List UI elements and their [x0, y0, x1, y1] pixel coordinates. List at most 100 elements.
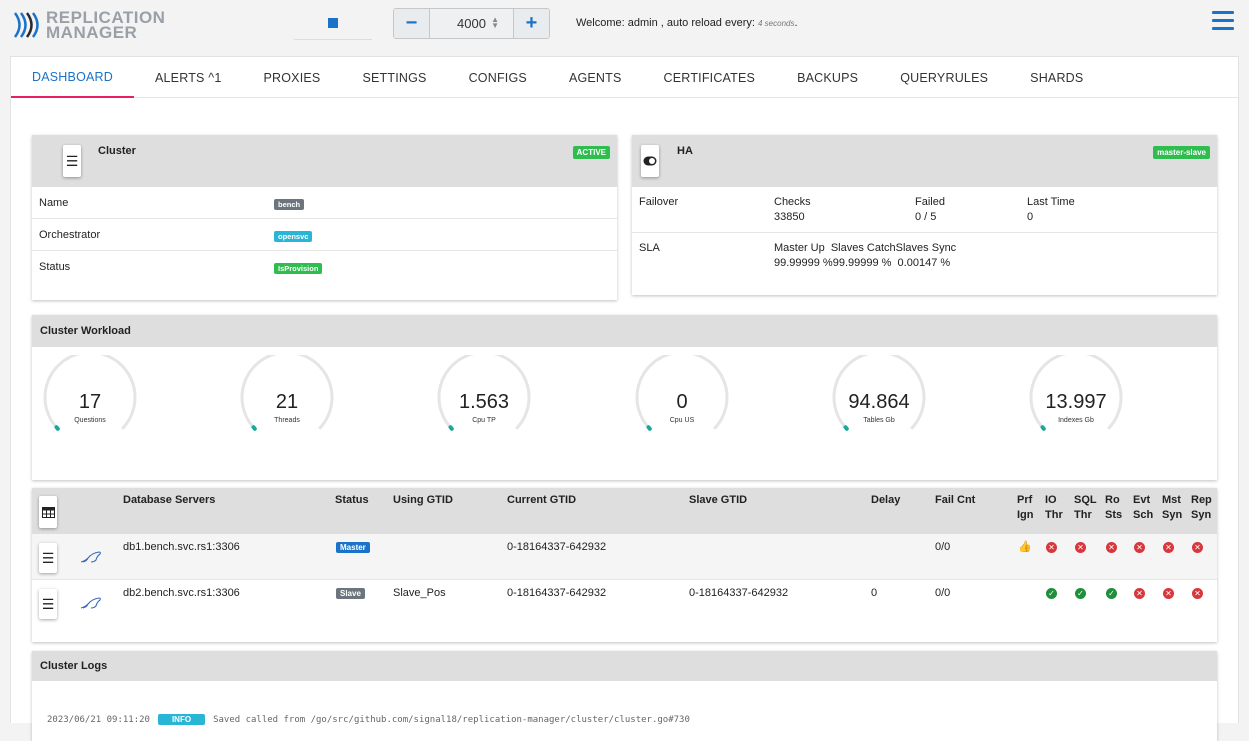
- col-sql-thr: SQL Thr: [1074, 494, 1097, 521]
- gauge-label: Cpu US: [669, 417, 695, 424]
- col-status: Status: [335, 494, 369, 506]
- check-icon: ✓: [1046, 588, 1057, 599]
- col-fail-cnt: Fail Cnt: [935, 494, 976, 506]
- workload-card: Cluster Workload 17 Questions 21 Threads 1.5…: [32, 315, 1217, 480]
- cluster-card: ☰ Cluster ACTIVE Name bench Orchestrator…: [32, 135, 617, 300]
- stop-button[interactable]: [294, 8, 372, 40]
- col-current-gtid: Current GTID: [507, 494, 577, 506]
- gauge-threads: 21 Threads: [237, 350, 337, 445]
- cluster-row-status: Status IsProvision: [32, 251, 617, 283]
- col-rep-syn: Rep Syn: [1191, 494, 1212, 521]
- ha-title: HA: [677, 145, 693, 157]
- tab-queryrules[interactable]: QUERYRULES: [879, 57, 1009, 98]
- cluster-row-orchestrator: Orchestrator opensvc: [32, 219, 617, 251]
- col-database-servers: Database Servers: [123, 494, 216, 506]
- gauge-indexes-gb: 13.997 Indexes Gb: [1026, 350, 1126, 445]
- gauge-value: 0: [676, 391, 688, 413]
- main-tabs: DASHBOARD ALERTS ^1 PROXIES SETTINGS CON…: [10, 56, 1239, 98]
- servers-header: Database Servers Status Using GTID Curre…: [32, 488, 1217, 534]
- col-prf-ign: Prf Ign: [1017, 494, 1034, 521]
- error-icon: ✕: [1163, 588, 1174, 599]
- gauge-questions: 17 Questions: [40, 350, 140, 445]
- col-io-thr: IO Thr: [1045, 494, 1063, 521]
- gauge-cpu-tp: 1.563 Cpu TP: [434, 350, 534, 445]
- dashboard-content: ☰ Cluster ACTIVE Name bench Orchestrator…: [10, 98, 1239, 741]
- decrement-button[interactable]: −: [394, 9, 429, 38]
- stop-icon: [328, 18, 338, 28]
- tab-backups[interactable]: BACKUPS: [776, 57, 879, 98]
- tab-certificates[interactable]: CERTIFICATES: [643, 57, 777, 98]
- error-icon: ✕: [1046, 542, 1057, 553]
- mariadb-seal-icon: [80, 551, 101, 563]
- col-delay: Delay: [871, 494, 901, 506]
- gauge-value: 1.563: [458, 391, 510, 413]
- reload-interval-input[interactable]: 4000 ▲ ▼: [429, 9, 514, 38]
- error-icon: ✕: [1192, 542, 1203, 553]
- logs-title: Cluster Logs: [40, 660, 108, 672]
- ha-row-sla: SLA Master Up Slaves CatchSlaves Sync 99…: [639, 242, 957, 269]
- server-menu-button[interactable]: ☰: [39, 543, 57, 573]
- error-icon: ✕: [1106, 542, 1117, 553]
- server-host[interactable]: db2.bench.svc.rs1:3306: [123, 587, 240, 599]
- workload-title: Cluster Workload: [40, 325, 131, 337]
- cluster-row-name: Name bench: [32, 187, 617, 219]
- logs-card: Cluster Logs: [32, 651, 1217, 741]
- increment-button[interactable]: +: [514, 9, 549, 38]
- server-current-gtid: 0-18164337-642932: [507, 541, 607, 553]
- tab-shards[interactable]: SHARDS: [1009, 57, 1104, 98]
- ha-mode-badge: master-slave: [1153, 146, 1210, 159]
- check-icon: ✓: [1075, 588, 1086, 599]
- server-status-tag: Slave: [336, 588, 365, 599]
- cluster-menu-button[interactable]: ☰: [63, 145, 81, 177]
- error-icon: ✕: [1134, 542, 1145, 553]
- col-slave-gtid: Slave GTID: [689, 494, 748, 506]
- gauge-label: Cpu TP: [472, 417, 496, 424]
- spinner-arrows-icon[interactable]: ▲ ▼: [491, 16, 499, 30]
- gauge-label: Questions: [74, 417, 106, 424]
- logo-icon: [13, 12, 39, 38]
- gauge-label: Threads: [274, 417, 300, 424]
- tab-agents[interactable]: AGENTS: [548, 57, 643, 98]
- server-row: ☰ db2.bench.svc.rs1:3306 Slave Slave_Pos 0-1…: [32, 580, 1217, 626]
- tab-configs[interactable]: CONFIGS: [448, 57, 548, 98]
- gauge-value: 21: [275, 391, 299, 413]
- ha-card: HA master-slave Failover Checks 33850 Fa…: [632, 135, 1217, 295]
- error-icon: ✕: [1134, 588, 1145, 599]
- server-slave-gtid: 0-18164337-642932: [689, 587, 789, 599]
- error-icon: ✕: [1192, 588, 1203, 599]
- reload-stepper: − 4000 ▲ ▼ +: [393, 8, 550, 39]
- log-message: Saved called from /go/src/github.com/sig…: [213, 715, 690, 725]
- server-menu-button[interactable]: ☰: [39, 589, 57, 619]
- gauge-value: 94.864: [848, 391, 910, 413]
- server-current-gtid: 0-18164337-642932: [507, 587, 607, 599]
- error-icon: ✕: [1163, 542, 1174, 553]
- server-fail-cnt: 0/0: [935, 587, 951, 599]
- col-using-gtid: Using GTID: [393, 494, 453, 506]
- orchestrator-tag: opensvc: [274, 231, 313, 242]
- server-using-gtid: Slave_Pos: [393, 587, 446, 599]
- app-logo[interactable]: REPLICATION MANAGER: [12, 9, 165, 41]
- gauge-label: Tables Gb: [863, 417, 895, 424]
- cluster-title: Cluster: [98, 145, 136, 157]
- gauge-value: 17: [78, 391, 102, 413]
- col-evt-sch: Evt Sch: [1133, 494, 1154, 521]
- tab-alerts[interactable]: ALERTS ^1: [134, 57, 243, 98]
- server-status-tag: Master: [336, 542, 370, 553]
- server-fail-cnt: 0/0: [935, 541, 951, 553]
- mariadb-seal-icon: [80, 597, 101, 609]
- col-ro-sts: Ro Sts: [1105, 494, 1123, 521]
- tab-proxies[interactable]: PROXIES: [242, 57, 341, 98]
- ha-toggle-icon[interactable]: [641, 145, 659, 177]
- logo-line2: MANAGER: [46, 23, 138, 42]
- tab-settings[interactable]: SETTINGS: [341, 57, 447, 98]
- thumbs-up-icon: 👍: [1018, 541, 1032, 553]
- server-host[interactable]: db1.bench.svc.rs1:3306: [123, 541, 240, 553]
- hamburger-menu-icon[interactable]: [1212, 11, 1234, 33]
- table-icon[interactable]: [39, 496, 57, 528]
- tab-dashboard[interactable]: DASHBOARD: [11, 57, 134, 98]
- welcome-text: Welcome: admin , auto reload every: 4 se…: [576, 17, 798, 29]
- cluster-name-tag: bench: [274, 199, 305, 210]
- gauge-label: Indexes Gb: [1058, 417, 1094, 424]
- cluster-status-badge: ACTIVE: [572, 146, 610, 159]
- log-line: 2023/06/21 09:11:20 INFO Saved called from…: [47, 714, 690, 725]
